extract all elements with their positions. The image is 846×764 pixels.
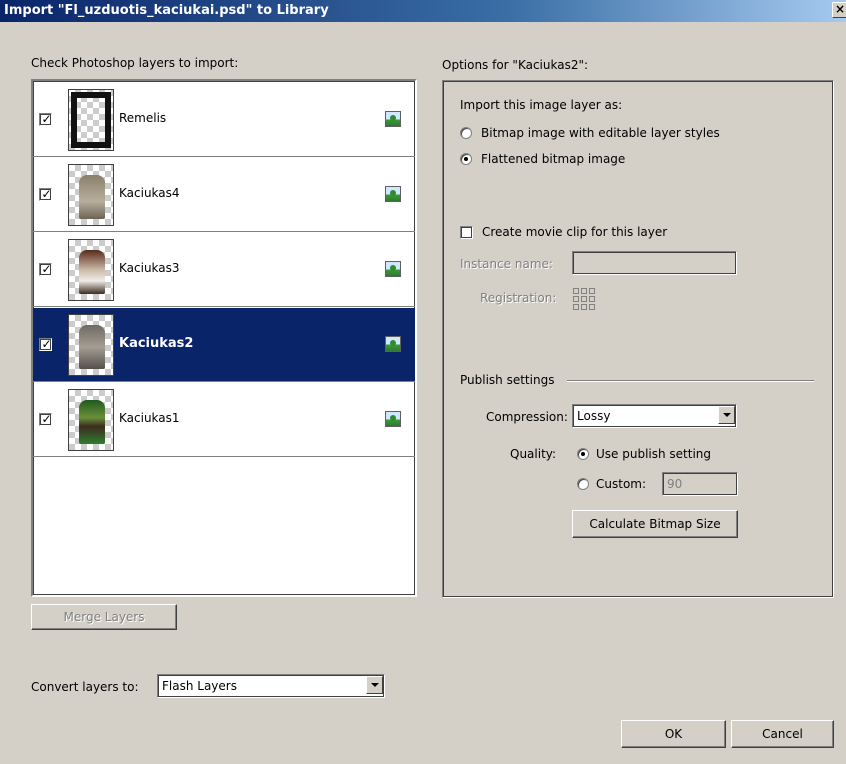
convert-layers-select[interactable]: Flash Layers (157, 674, 385, 698)
layer-row-kaciukas2[interactable]: ✓ Kaciukas2 (33, 308, 415, 382)
cancel-button[interactable]: Cancel (731, 720, 834, 748)
layers-panel-label: Check Photoshop layers to import: (31, 56, 238, 70)
bitmap-layer-icon (385, 186, 401, 202)
layer-list[interactable]: ✓ Remelis ✓ Kaciukas4 ✓ Kaciukas3 ✓ Kaci… (31, 79, 417, 597)
layer-checkbox-kaciukas2[interactable]: ✓ (39, 337, 52, 351)
registration-grid-icon[interactable] (573, 288, 595, 310)
radio-bitmap-editable-label[interactable]: Bitmap image with editable layer styles (481, 126, 720, 140)
instance-name-input[interactable] (572, 251, 737, 275)
kitten-image (79, 400, 105, 444)
layer-row-kaciukas4[interactable]: ✓ Kaciukas4 (33, 158, 415, 232)
import-as-label: Import this image layer as: (460, 98, 623, 112)
bitmap-layer-icon (385, 261, 401, 277)
quality-label: Quality: (510, 447, 557, 461)
calculate-bitmap-size-button[interactable]: Calculate Bitmap Size (572, 510, 738, 538)
radio-custom-label[interactable]: Custom: (596, 477, 646, 491)
bitmap-layer-icon (385, 336, 401, 352)
radio-flattened-label[interactable]: Flattened bitmap image (481, 152, 625, 166)
layer-checkbox-kaciukas3[interactable]: ✓ (39, 262, 52, 276)
layer-row-remelis[interactable]: ✓ Remelis (33, 83, 415, 157)
layer-checkbox-remelis[interactable]: ✓ (39, 112, 52, 126)
layer-thumbnail-kaciukas3 (68, 239, 114, 301)
frame-image (71, 92, 111, 148)
layer-name: Kaciukas2 (119, 336, 194, 351)
check-mark-icon: ✓ (41, 337, 52, 351)
check-mark-icon: ✓ (41, 187, 52, 201)
compression-select[interactable]: Lossy (572, 404, 737, 428)
kitten-image (79, 175, 105, 219)
layer-thumbnail-remelis (68, 89, 114, 151)
instance-name-label: Instance name: (460, 257, 553, 271)
convert-layers-value: Flash Layers (162, 679, 237, 693)
kitten-image (79, 250, 105, 294)
layer-checkbox-kaciukas4[interactable]: ✓ (39, 187, 52, 201)
layer-row-kaciukas3[interactable]: ✓ Kaciukas3 (33, 233, 415, 307)
dialog-title: Import "Fl_uzduotis_kaciukai.psd" to Lib… (4, 3, 329, 18)
layer-name: Kaciukas4 (119, 186, 180, 200)
dialog-title-bar: Import "Fl_uzduotis_kaciukai.psd" to Lib… (0, 0, 846, 22)
publish-settings-label: Publish settings (460, 373, 555, 387)
close-button[interactable]: × (832, 2, 846, 18)
layers-panel-label-text: Check Photoshop layers to import: (31, 56, 239, 70)
check-mark-icon: ✓ (41, 112, 52, 126)
radio-custom[interactable] (577, 478, 589, 490)
merge-layers-button[interactable]: Merge Layers (31, 604, 177, 630)
kitten-image (79, 325, 105, 369)
layer-name: Remelis (119, 111, 167, 125)
publish-settings-divider (567, 380, 814, 382)
radio-bitmap-editable[interactable] (460, 127, 472, 139)
layer-thumbnail-kaciukas1 (68, 389, 114, 451)
radio-flattened[interactable] (460, 153, 472, 165)
movie-clip-label[interactable]: Create movie clip for this layer (482, 225, 667, 239)
layer-checkbox-kaciukas1[interactable]: ✓ (39, 412, 52, 426)
layer-name: Kaciukas1 (119, 411, 180, 425)
ok-button[interactable]: OK (621, 720, 726, 748)
radio-use-publish[interactable] (577, 448, 589, 460)
convert-layers-label: Convert layers to: (31, 680, 139, 694)
chevron-down-icon[interactable] (366, 676, 383, 694)
movie-clip-checkbox[interactable] (460, 226, 473, 239)
custom-quality-input[interactable]: 90 (662, 472, 738, 496)
check-mark-icon: ✓ (41, 412, 52, 426)
compression-label: Compression: (486, 410, 568, 424)
registration-label: Registration: (480, 291, 557, 305)
layer-thumbnail-kaciukas4 (68, 164, 114, 226)
layer-name: Kaciukas3 (119, 261, 180, 275)
bitmap-layer-icon (385, 111, 401, 127)
options-label: Options for "Kaciukas2": (442, 58, 589, 72)
radio-use-publish-label[interactable]: Use publish setting (596, 447, 711, 461)
chevron-down-icon[interactable] (718, 406, 735, 424)
check-mark-icon: ✓ (41, 262, 52, 276)
compression-value: Lossy (577, 409, 611, 423)
layer-thumbnail-kaciukas2 (68, 314, 114, 376)
layer-row-kaciukas1[interactable]: ✓ Kaciukas1 (33, 383, 415, 457)
bitmap-layer-icon (385, 411, 401, 427)
